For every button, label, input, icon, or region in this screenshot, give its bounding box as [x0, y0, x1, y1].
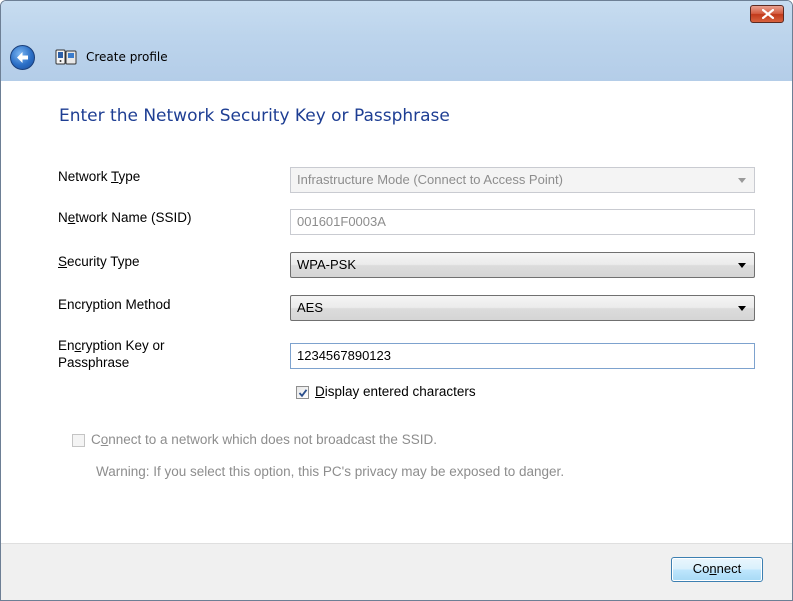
back-button[interactable] — [10, 45, 35, 70]
title-bar: Create profile — [1, 1, 792, 81]
chevron-down-icon — [738, 263, 746, 268]
network-name-label: Network Name (SSID) — [58, 210, 192, 225]
network-type-value: Infrastructure Mode (Connect to Access P… — [297, 172, 563, 187]
close-icon — [762, 9, 774, 19]
encryption-method-label: Encryption Method — [58, 297, 171, 312]
encryption-key-input[interactable]: 1234567890123 — [290, 343, 755, 369]
network-name-field[interactable]: 001601F0003A — [290, 209, 755, 235]
close-button[interactable] — [750, 5, 784, 23]
network-type-label: Network Type — [58, 169, 141, 184]
chevron-down-icon — [738, 178, 746, 183]
display-characters-label[interactable]: Display entered characters — [315, 384, 476, 399]
encryption-method-value: AES — [297, 300, 324, 315]
encryption-method-dropdown[interactable]: AES — [290, 295, 755, 321]
hidden-ssid-checkbox[interactable] — [72, 434, 85, 447]
encryption-key-label: Encryption Key or Passphrase — [58, 338, 165, 370]
footer-bar: Connect — [1, 543, 792, 600]
window-title: Create profile — [86, 50, 168, 64]
network-type-dropdown[interactable]: Infrastructure Mode (Connect to Access P… — [290, 167, 755, 193]
security-type-label: Security Type — [58, 254, 140, 269]
privacy-warning-text: Warning: If you select this option, this… — [96, 464, 565, 479]
security-type-value: WPA-PSK — [297, 257, 356, 272]
chevron-down-icon — [738, 306, 746, 311]
content-area: Enter the Network Security Key or Passph… — [9, 81, 784, 543]
wireless-profile-icon — [55, 49, 77, 65]
back-arrow-icon — [17, 52, 28, 63]
page-heading: Enter the Network Security Key or Passph… — [59, 106, 450, 126]
checkmark-icon — [298, 389, 308, 398]
hidden-ssid-label[interactable]: Connect to a network which does not broa… — [91, 432, 437, 447]
create-profile-window: Create profile Enter the Network Securit… — [0, 0, 793, 601]
security-type-dropdown[interactable]: WPA-PSK — [290, 252, 755, 278]
connect-button[interactable]: Connect — [671, 557, 763, 582]
display-characters-checkbox[interactable] — [296, 386, 309, 399]
